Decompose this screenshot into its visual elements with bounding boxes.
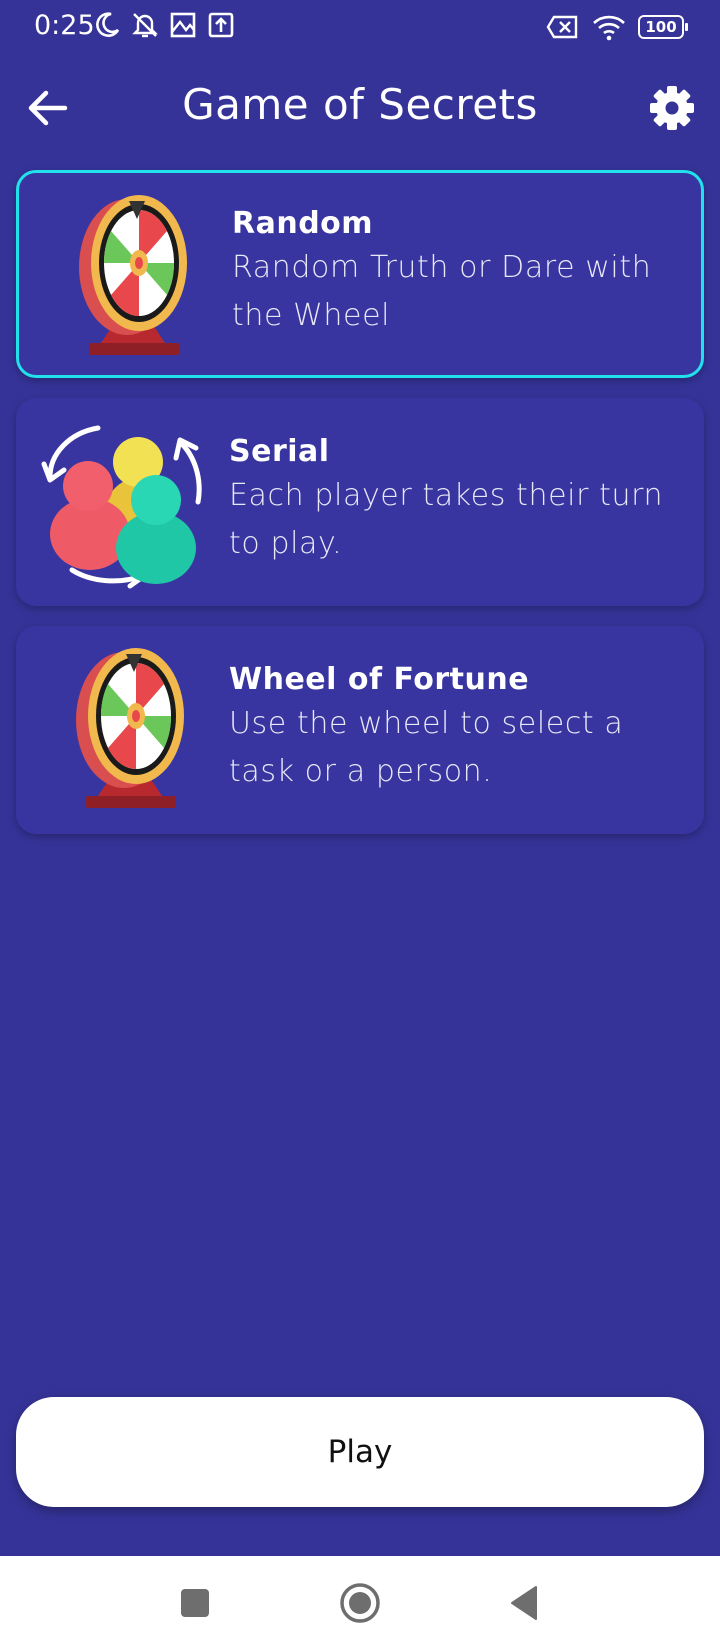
- mode-title: Wheel of Fortune: [229, 662, 530, 697]
- mode-card-random[interactable]: Random Random Truth or Dare with the Whe…: [16, 170, 704, 378]
- battery-level: 100: [645, 18, 677, 36]
- mode-card-wheel-of-fortune[interactable]: Wheel of Fortune Use the wheel to select…: [16, 626, 704, 834]
- alarm-off-icon: [132, 13, 158, 38]
- status-bar: 0:25 100: [0, 0, 720, 54]
- page-title: Game of Secrets: [182, 80, 538, 129]
- mode-text: Random Random Truth or Dare with the Whe…: [232, 204, 692, 340]
- mode-description: Use the wheel to select a task or a pers…: [229, 706, 624, 789]
- app-bar: Game of Secrets: [0, 66, 720, 146]
- settings-button[interactable]: [644, 80, 700, 136]
- moon-icon: [96, 12, 120, 37]
- image-icon: [170, 12, 196, 38]
- no-sim-icon: [546, 15, 578, 39]
- wheel-icon: [79, 195, 187, 355]
- players-rotate-icon: [41, 425, 202, 589]
- battery-icon: 100: [638, 15, 688, 39]
- game-mode-list: Random Random Truth or Dare with the Whe…: [16, 170, 704, 854]
- back-triangle-icon[interactable]: [502, 1580, 548, 1626]
- play-button[interactable]: Play: [16, 1397, 704, 1507]
- status-time: 0:25: [34, 10, 95, 41]
- status-left-icons: [92, 10, 236, 40]
- mode-title: Random: [232, 206, 374, 241]
- status-right-icons: 100: [546, 12, 688, 42]
- mode-description: Random Truth or Dare with the Wheel: [232, 250, 652, 333]
- gear-icon: [650, 86, 694, 130]
- mode-card-serial[interactable]: Serial Each player takes their turn to p…: [16, 398, 704, 606]
- home-circle-icon[interactable]: [337, 1580, 383, 1626]
- wheel-icon: [76, 648, 184, 808]
- mode-text: Wheel of Fortune Use the wheel to select…: [229, 660, 689, 796]
- navigation-bar: [0, 1556, 720, 1650]
- mode-description: Each player takes their turn to play.: [229, 478, 664, 561]
- mode-text: Serial Each player takes their turn to p…: [229, 432, 689, 568]
- upload-icon: [208, 12, 234, 38]
- wifi-icon: [593, 15, 625, 41]
- mode-title: Serial: [229, 434, 330, 469]
- recents-square-icon[interactable]: [172, 1580, 218, 1626]
